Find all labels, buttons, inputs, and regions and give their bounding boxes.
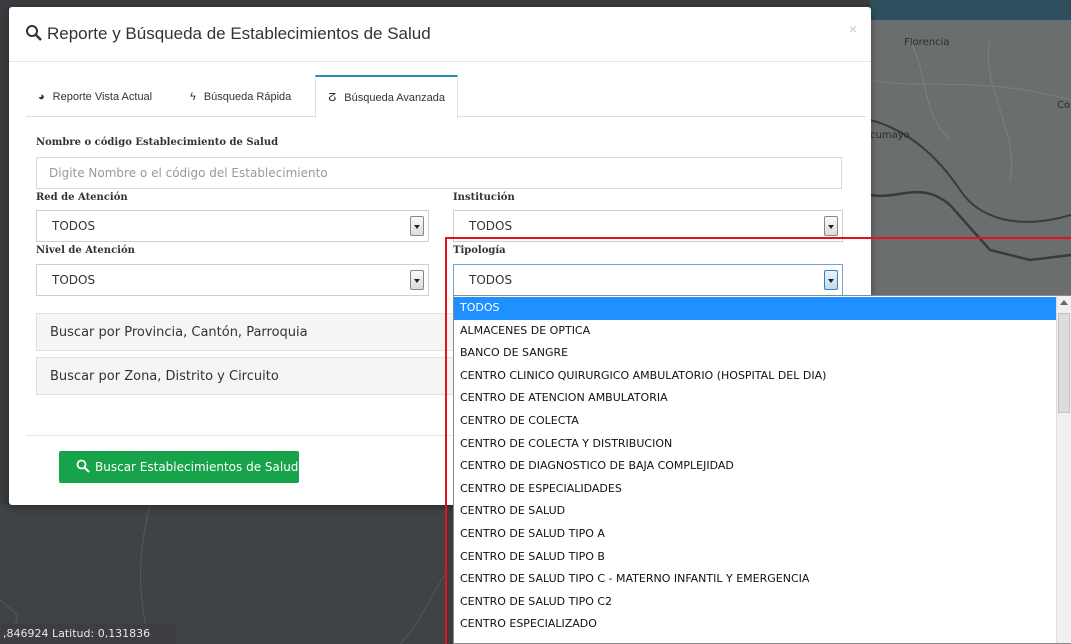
tipologia-select-value: TODOS	[469, 273, 513, 287]
search-establecimientos-button[interactable]: Buscar Establecimientos de Salud	[59, 451, 299, 483]
institucion-select-value: TODOS	[469, 219, 513, 233]
dropdown-option[interactable]: CENTRO DE ESPECIALIDADES	[454, 478, 1056, 501]
dropdown-option[interactable]: TODOS	[454, 297, 1056, 320]
red-label: Red de Atención	[36, 192, 128, 203]
search-icon	[26, 25, 42, 41]
tab-label: Búsqueda Rápida	[203, 91, 292, 103]
tab-busqueda-avanzada[interactable]: ⵒ Búsqueda Avanzada	[315, 75, 458, 118]
dropdown-option[interactable]: BANCO DE SANGRE	[454, 342, 1056, 365]
map-label-co: Co	[1057, 100, 1071, 111]
dropdown-scrollbar[interactable]	[1056, 296, 1071, 643]
dropdown-option[interactable]: CENTRO DE COLECTA Y DISTRIBUCION	[454, 433, 1056, 456]
globe-icon: ◕	[38, 91, 45, 103]
map-top-strip	[870, 0, 1071, 20]
dropdown-option[interactable]: CENTRO DE ATENCION AMBULATORIA	[454, 387, 1056, 410]
tipologia-select[interactable]: TODOS	[453, 264, 843, 296]
dropdown-option[interactable]: CENTRO DE DIAGNOSTICO DE BAJA COMPLEJIDA…	[454, 455, 1056, 478]
search-icon	[76, 459, 90, 473]
tipologia-dropdown-list[interactable]: TODOS ALMACENES DE OPTICA BANCO DE SANGRE C…	[453, 295, 1071, 644]
modal-title: Reporte y Búsqueda de Establecimientos d…	[47, 24, 431, 43]
chevron-down-icon[interactable]	[824, 270, 838, 290]
dropdown-option[interactable]: CENTRO DE COLECTA	[454, 410, 1056, 433]
dropdown-option[interactable]: CENTRO ESPECIALIZADO	[454, 613, 1056, 636]
name-field-label: Nombre o código Establecimiento de Salud	[36, 137, 279, 148]
tab-label: Búsqueda Avanzada	[344, 92, 445, 104]
search-button-label: Buscar Establecimientos de Salud	[95, 460, 299, 474]
dropdown-option[interactable]: CENTRO DE SALUD TIPO C2	[454, 591, 1056, 614]
nivel-select-value: TODOS	[52, 273, 96, 287]
dropdown-option[interactable]: CENTRO DE SALUD TIPO B	[454, 546, 1056, 569]
chevron-down-icon[interactable]	[410, 216, 424, 236]
tab-busqueda-rapida[interactable]: ϟ Búsqueda Rápida	[178, 75, 303, 117]
tipologia-label: Tipología	[453, 245, 506, 256]
accordion-zona[interactable]: Buscar por Zona, Distrito y Circuito	[36, 357, 454, 395]
institucion-label: Institución	[453, 192, 515, 203]
coordinates-readout: ,846924 Latitud: 0,131836	[0, 624, 175, 644]
bolt-icon: ϟ	[190, 91, 196, 103]
name-search-input[interactable]: Digite Nombre o el código del Establecim…	[36, 157, 842, 189]
chevron-down-icon[interactable]	[410, 270, 424, 290]
close-icon[interactable]: ×	[849, 21, 857, 37]
filter-icon: ⵒ	[328, 92, 337, 104]
red-select-value: TODOS	[52, 219, 96, 233]
scroll-up-icon[interactable]	[1060, 300, 1068, 305]
dropdown-option[interactable]: CENTRO DE SALUD TIPO A	[454, 523, 1056, 546]
dropdown-option[interactable]: CENTRO DE SALUD TIPO C - MATERNO INFANTI…	[454, 568, 1056, 591]
modal-header: Reporte y Búsqueda de Establecimientos d…	[9, 7, 871, 62]
map-label-cumayo: cumayo	[870, 130, 910, 141]
red-select[interactable]: TODOS	[36, 210, 429, 242]
map-label-florencia: Florencia	[904, 37, 950, 48]
chevron-down-icon[interactable]	[824, 216, 838, 236]
dropdown-option[interactable]: CENTRO CLINICO QUIRURGICO AMBULATORIO (H…	[454, 365, 1056, 388]
tab-bar: ◕ Reporte Vista Actual ϟ Búsqueda Rápida ⵒ…	[26, 75, 866, 118]
tab-label: Reporte Vista Actual	[52, 91, 153, 103]
map-visible-area[interactable]: Florencia Co cumayo	[870, 20, 1071, 295]
accordion-provincia[interactable]: Buscar por Provincia, Cantón, Parroquia	[36, 313, 454, 351]
map-borders	[870, 39, 1071, 262]
scrollbar-thumb[interactable]	[1058, 313, 1070, 413]
dropdown-option[interactable]: ALMACENES DE OPTICA	[454, 320, 1056, 343]
dropdown-option[interactable]: CENTRO DE SALUD	[454, 500, 1056, 523]
nivel-select[interactable]: TODOS	[36, 264, 429, 296]
nivel-label: Nivel de Atención	[36, 245, 135, 256]
tab-reporte-vista-actual[interactable]: ◕ Reporte Vista Actual	[26, 75, 164, 117]
institucion-select[interactable]: TODOS	[453, 210, 843, 242]
